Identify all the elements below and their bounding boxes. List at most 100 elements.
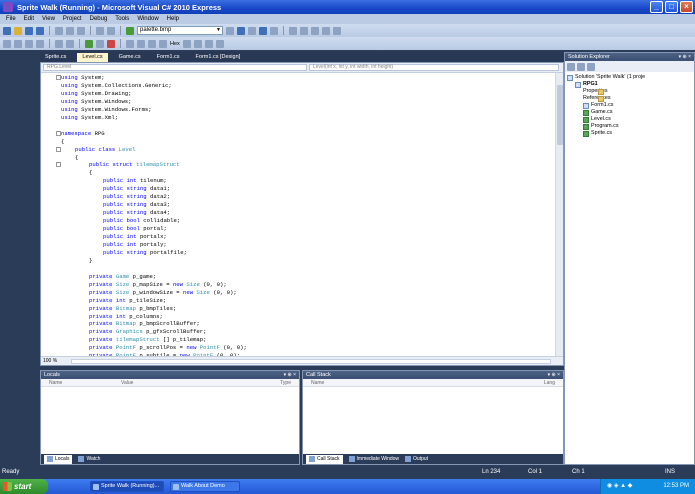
callstack-icon[interactable]	[215, 39, 224, 48]
step-over-icon[interactable]	[148, 39, 156, 48]
paste-icon[interactable]	[77, 26, 85, 35]
member-dropdown[interactable]: Level(int x, int y, int width, int heigh…	[309, 64, 559, 71]
tray-icons[interactable]: ◉ ◈ ▲ ◆	[607, 483, 632, 489]
tree-node[interactable]: References	[583, 95, 611, 102]
step-into-icon[interactable]	[137, 39, 145, 48]
tree-node[interactable]: RPG1	[575, 81, 598, 88]
copy-icon[interactable]	[66, 26, 74, 35]
code-line[interactable]: public int tilenum;	[103, 177, 167, 185]
code-line[interactable]: public string data1;	[103, 185, 170, 193]
tree-node[interactable]: Game.cs	[583, 109, 613, 116]
menu-tools[interactable]: Tools	[111, 16, 133, 22]
tab-sprite-cs[interactable]: Sprite.cs	[40, 53, 71, 62]
tab-watch[interactable]: Watch	[78, 456, 100, 462]
collapse-region-icon[interactable]: −	[56, 146, 61, 152]
taskbar-item-sprite-walk[interactable]: Sprite Walk (Running)...	[90, 481, 164, 492]
panel-pin-close-icons[interactable]: ▾ ⊕ ×	[284, 371, 296, 379]
outdent-icon[interactable]	[36, 39, 44, 48]
start-button[interactable]: start	[0, 479, 48, 494]
column-lang[interactable]: Lang	[544, 379, 555, 387]
code-line[interactable]: private Bitmap p_bmpTiles;	[89, 305, 176, 313]
tab-call-stack[interactable]: Call Stack	[306, 454, 343, 464]
zoom-level[interactable]: 100 %	[43, 358, 57, 364]
code-line[interactable]: private Size p_mapSize = new Size (0, 0)…	[89, 281, 227, 289]
object-browser-icon[interactable]	[259, 26, 267, 35]
save-all-icon[interactable]	[36, 26, 44, 35]
menu-edit[interactable]: Edit	[20, 16, 38, 22]
collapse-region-icon[interactable]: −	[56, 130, 61, 136]
windows-icon[interactable]	[193, 39, 202, 48]
open-file-icon[interactable]	[14, 26, 22, 35]
size-icon[interactable]	[311, 26, 319, 35]
find-icon[interactable]	[226, 26, 234, 35]
show-next-statement-icon[interactable]	[126, 39, 134, 48]
tab-output[interactable]: Output	[405, 456, 428, 462]
code-line[interactable]: {	[89, 169, 92, 177]
column-name[interactable]: Name	[49, 379, 62, 387]
code-line[interactable]: namespace RPG	[61, 130, 105, 138]
code-line[interactable]: using System.Windows;	[61, 98, 132, 106]
comment-icon[interactable]	[3, 39, 11, 48]
code-editor[interactable]: RPG.Level Level(int x, int y, int width,…	[40, 62, 564, 366]
toolbox-icon[interactable]	[270, 26, 278, 35]
save-icon[interactable]	[25, 26, 33, 35]
column-type[interactable]: Type	[280, 379, 291, 387]
menu-project[interactable]: Project	[59, 16, 86, 22]
stop-debugging-icon[interactable]	[107, 39, 115, 48]
code-area[interactable]: using System; using System.Collections.Ge…	[41, 73, 555, 357]
code-line[interactable]: private Game p_game;	[89, 273, 156, 281]
code-line[interactable]: using System.Collections.Generic;	[61, 82, 172, 90]
menu-help[interactable]: Help	[163, 16, 183, 22]
code-line[interactable]: private Bitmap p_bmpScrollBuffer;	[89, 320, 200, 328]
code-line[interactable]: {	[61, 138, 64, 146]
tab-form1-design[interactable]: Form1.cs [Design]	[191, 53, 246, 62]
panel-pin-close-icons[interactable]: ▾ ⊕ ×	[679, 53, 691, 61]
editor-gutter[interactable]	[41, 73, 53, 357]
breakpoints-icon[interactable]	[182, 39, 191, 48]
continue-icon[interactable]	[126, 26, 134, 35]
code-line[interactable]: using System.Xml;	[61, 114, 118, 122]
code-line[interactable]: public class Level	[75, 146, 135, 154]
type-dropdown[interactable]: RPG.Level	[43, 64, 307, 71]
code-line[interactable]: public bool collidable;	[103, 217, 180, 225]
show-all-files-icon[interactable]	[577, 63, 585, 71]
code-line[interactable]: public string data2;	[103, 193, 170, 201]
new-project-icon[interactable]	[3, 26, 11, 35]
title-bar[interactable]: Sprite Walk (Running) - Microsoft Visual…	[0, 0, 695, 14]
tree-node[interactable]: Form1.cs	[583, 102, 613, 109]
watch-icon[interactable]	[204, 39, 213, 48]
order-icon[interactable]	[333, 26, 341, 35]
tree-node[interactable]: Program.cs	[583, 123, 619, 130]
break-all-icon[interactable]	[96, 39, 104, 48]
undo-icon[interactable]	[96, 26, 104, 35]
tree-node[interactable]: Sprite.cs	[583, 130, 612, 137]
code-line[interactable]: using System.Drawing;	[61, 90, 132, 98]
cut-icon[interactable]	[55, 26, 63, 35]
menu-window[interactable]: Window	[133, 16, 162, 22]
scroll-thumb[interactable]	[557, 85, 563, 145]
editor-vertical-scrollbar[interactable]	[555, 73, 563, 357]
menu-debug[interactable]: Debug	[86, 16, 112, 22]
panel-pin-close-icons[interactable]: ▾ ⊕ ×	[548, 371, 560, 379]
maximize-button[interactable]: □	[665, 1, 678, 13]
code-line[interactable]: private PointF p_scrollPos = new PointF …	[89, 344, 247, 352]
find-combo[interactable]: palette.bmp ▼	[137, 26, 223, 35]
solution-explorer-icon[interactable]	[237, 26, 245, 35]
collapse-region-icon[interactable]: −	[56, 162, 61, 168]
code-line[interactable]: public int portaly;	[103, 241, 167, 249]
code-line[interactable]: public string data4;	[103, 209, 170, 217]
code-line[interactable]: private Size p_windowSize = new Size (0,…	[89, 289, 237, 297]
indent-icon[interactable]	[25, 39, 33, 48]
code-line[interactable]: private Graphics p_gfxScrollBuffer;	[89, 328, 207, 336]
code-line[interactable]: }	[89, 257, 92, 265]
editor-horizontal-scrollbar[interactable]	[71, 359, 551, 364]
hex-toggle[interactable]: Hex	[170, 41, 180, 47]
tab-game-cs[interactable]: Game.cs	[114, 53, 146, 62]
menu-view[interactable]: View	[38, 16, 59, 22]
code-line[interactable]: public string data3;	[103, 201, 170, 209]
collapse-region-icon[interactable]: −	[56, 75, 61, 80]
align-icon[interactable]	[300, 26, 308, 35]
close-button[interactable]: ×	[680, 1, 693, 13]
step-out-icon[interactable]	[159, 39, 167, 48]
code-line[interactable]: private int p_columns;	[89, 313, 163, 321]
